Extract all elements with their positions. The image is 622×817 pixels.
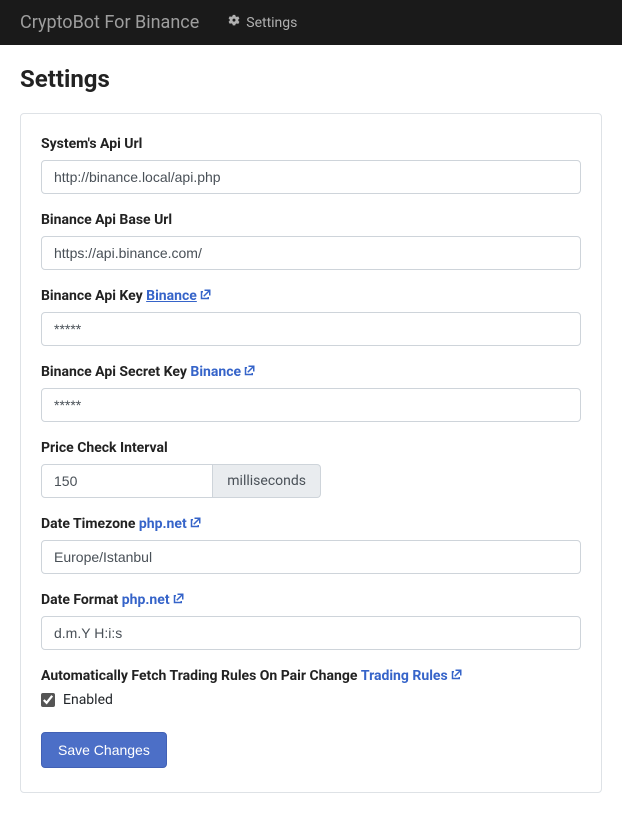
settings-card: System's Api Url Binance Api Base Url Bi… bbox=[20, 113, 602, 793]
input-binance-api-secret[interactable] bbox=[41, 388, 581, 422]
gear-icon bbox=[227, 14, 241, 32]
field-binance-api-secret: Binance Api Secret Key Binance bbox=[41, 364, 581, 422]
unit-price-check-interval: milliseconds bbox=[213, 464, 321, 498]
link-date-timezone-text: php.net bbox=[139, 516, 187, 532]
link-binance-api-secret[interactable]: Binance bbox=[190, 364, 256, 380]
checkbox-row-auto-fetch: Enabled bbox=[41, 692, 581, 708]
label-date-timezone-text: Date Timezone bbox=[41, 516, 135, 532]
input-systems-api-url[interactable] bbox=[41, 160, 581, 194]
label-auto-fetch-rules: Automatically Fetch Trading Rules On Pai… bbox=[41, 668, 581, 684]
navbar-settings-link[interactable]: Settings bbox=[227, 14, 297, 32]
input-date-timezone[interactable] bbox=[41, 540, 581, 574]
link-date-format[interactable]: php.net bbox=[122, 592, 185, 608]
input-binance-api-key[interactable] bbox=[41, 312, 581, 346]
label-systems-api-url: System's Api Url bbox=[41, 136, 581, 152]
label-date-timezone: Date Timezone php.net bbox=[41, 516, 581, 532]
input-group-price-check-interval: milliseconds bbox=[41, 464, 321, 498]
navbar-brand[interactable]: CryptoBot For Binance bbox=[20, 12, 199, 33]
field-date-format: Date Format php.net bbox=[41, 592, 581, 650]
label-auto-fetch-rules-text: Automatically Fetch Trading Rules On Pai… bbox=[41, 668, 357, 684]
navbar-settings-label: Settings bbox=[246, 15, 297, 31]
field-binance-api-base-url: Binance Api Base Url bbox=[41, 212, 581, 270]
field-price-check-interval: Price Check Interval milliseconds bbox=[41, 440, 581, 498]
label-binance-api-key-text: Binance Api Key bbox=[41, 288, 143, 304]
label-date-format-text: Date Format bbox=[41, 592, 118, 608]
external-link-icon bbox=[173, 592, 185, 608]
checkbox-auto-fetch-enabled[interactable] bbox=[41, 693, 55, 707]
field-date-timezone: Date Timezone php.net bbox=[41, 516, 581, 574]
label-binance-api-key: Binance Api Key Binance bbox=[41, 288, 581, 304]
field-systems-api-url: System's Api Url bbox=[41, 136, 581, 194]
field-auto-fetch-rules: Automatically Fetch Trading Rules On Pai… bbox=[41, 668, 581, 708]
navbar: CryptoBot For Binance Settings bbox=[0, 0, 622, 45]
external-link-icon bbox=[200, 288, 212, 304]
link-date-timezone[interactable]: php.net bbox=[139, 516, 202, 532]
external-link-icon bbox=[451, 668, 463, 684]
link-binance-api-key[interactable]: Binance bbox=[146, 288, 212, 304]
label-binance-api-secret-text: Binance Api Secret Key bbox=[41, 364, 187, 380]
external-link-icon bbox=[190, 516, 202, 532]
page-body: Settings System's Api Url Binance Api Ba… bbox=[0, 45, 622, 817]
input-price-check-interval[interactable] bbox=[41, 464, 213, 498]
field-binance-api-key: Binance Api Key Binance bbox=[41, 288, 581, 346]
link-binance-api-key-text: Binance bbox=[146, 288, 197, 304]
label-price-check-interval: Price Check Interval bbox=[41, 440, 581, 456]
link-auto-fetch-rules-text: Trading Rules bbox=[361, 668, 448, 684]
link-date-format-text: php.net bbox=[122, 592, 170, 608]
link-auto-fetch-rules[interactable]: Trading Rules bbox=[361, 668, 463, 684]
page-title: Settings bbox=[20, 65, 602, 93]
checkbox-label-auto-fetch: Enabled bbox=[63, 692, 113, 708]
input-date-format[interactable] bbox=[41, 616, 581, 650]
label-date-format: Date Format php.net bbox=[41, 592, 581, 608]
label-binance-api-base-url: Binance Api Base Url bbox=[41, 212, 581, 228]
link-binance-api-secret-text: Binance bbox=[190, 364, 241, 380]
external-link-icon bbox=[244, 364, 256, 380]
input-binance-api-base-url[interactable] bbox=[41, 236, 581, 270]
label-binance-api-secret: Binance Api Secret Key Binance bbox=[41, 364, 581, 380]
save-changes-button[interactable]: Save Changes bbox=[41, 732, 167, 768]
